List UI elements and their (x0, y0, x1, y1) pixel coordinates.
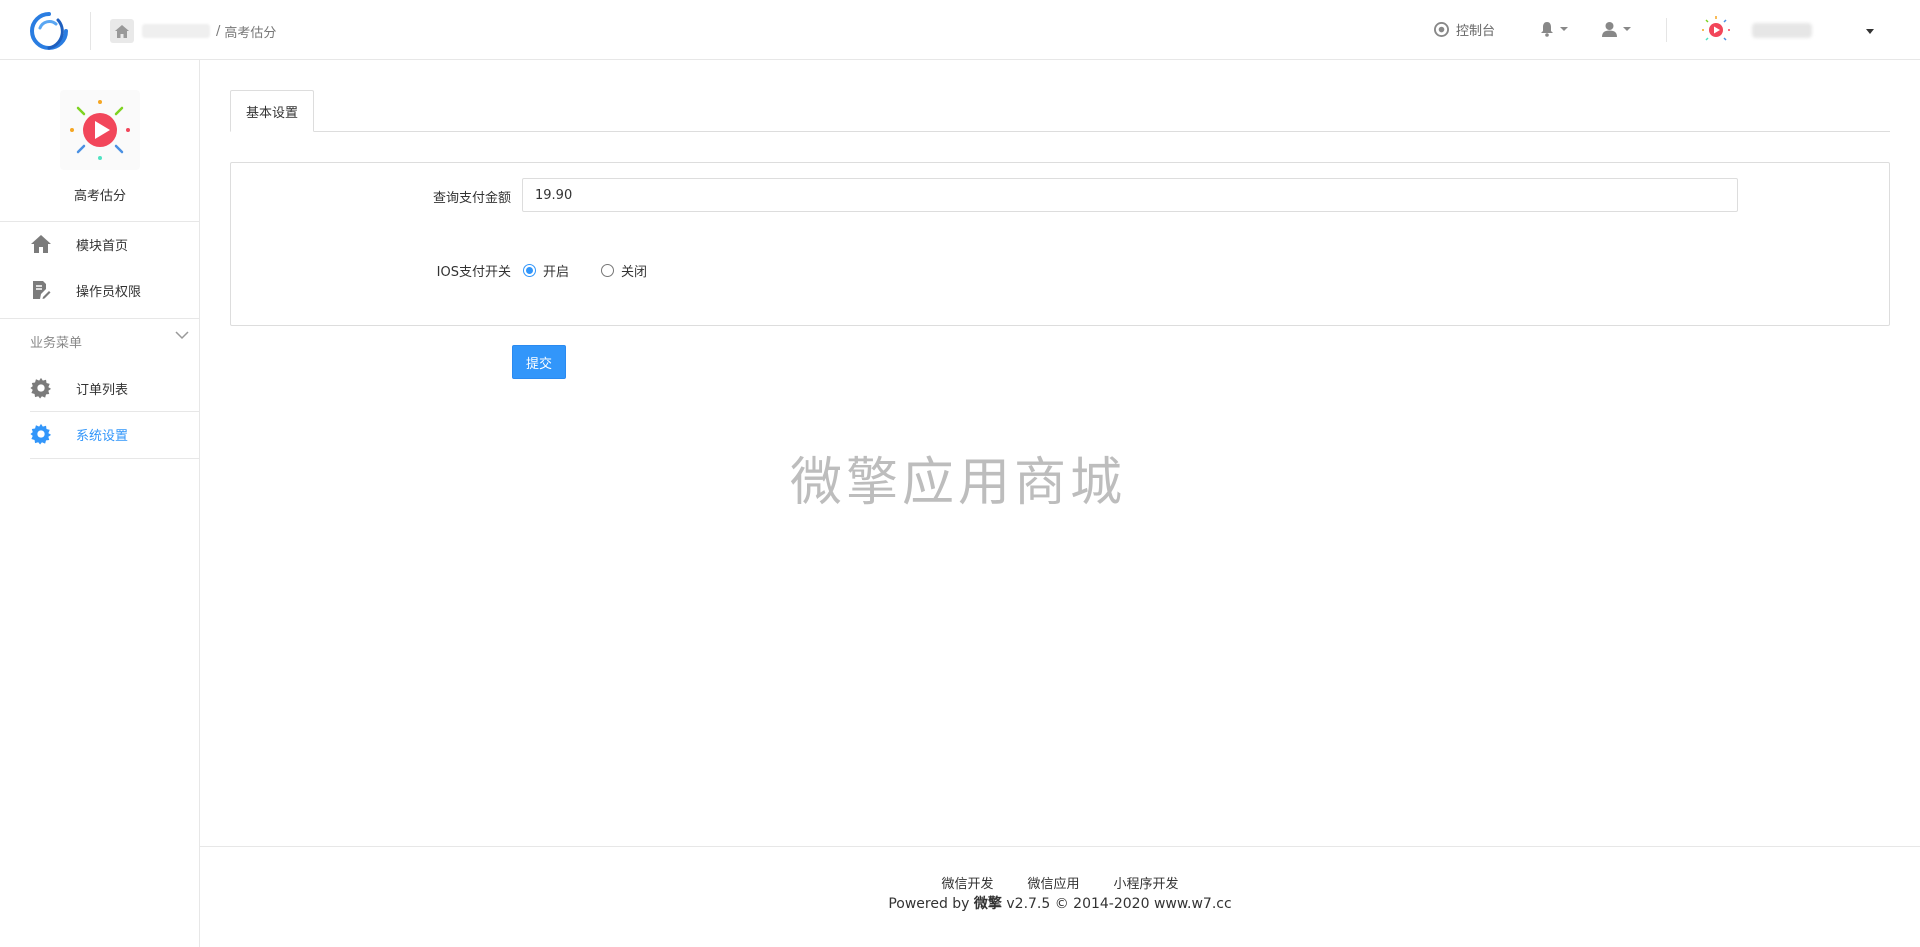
footer-copyright: Powered by 微擎 v2.7.5 © 2014-2020 www.w7.… (200, 893, 1920, 913)
breadcrumb-separator: / (216, 23, 221, 39)
chevron-down-icon[interactable] (175, 330, 189, 340)
sidebar-divider (30, 458, 200, 459)
sidebar-item-order-list[interactable]: 订单列表 (0, 366, 200, 410)
gear-icon (28, 375, 54, 401)
sidebar-item-operator-permissions[interactable]: 操作员权限 (0, 268, 200, 312)
app-avatar-icon[interactable] (1700, 14, 1732, 46)
footer-link-wechat-dev[interactable]: 微信开发 (941, 873, 993, 892)
top-header: / 高考估分 控制台 (0, 0, 1920, 60)
edit-document-icon (28, 277, 54, 303)
gear-icon (28, 421, 54, 447)
footer-link-miniprogram-dev[interactable]: 小程序开发 (1114, 873, 1179, 892)
sidebar-divider (0, 318, 200, 319)
watermark-text: 微擎应用商城 (790, 453, 1127, 513)
ios-pay-on-radio[interactable]: 开启 (523, 261, 569, 280)
radio-unselected-icon (601, 264, 614, 277)
ios-pay-off-radio[interactable]: 关闭 (601, 261, 647, 280)
console-link[interactable]: 控制台 (1434, 20, 1495, 39)
dashboard-icon (1434, 22, 1449, 37)
footer-link-wechat-apps[interactable]: 微信应用 (1027, 873, 1079, 892)
bell-icon (1541, 22, 1553, 37)
settings-panel: 查询支付金额 19.90 IOS支付开关 开启 关闭 (230, 162, 1890, 326)
tab-basic-settings[interactable]: 基本设置 (230, 90, 315, 132)
app-name: 高考估分 (73, 189, 126, 204)
sidebar-item-label: 模块首页 (76, 238, 129, 254)
tab-bar: 基本设置 (230, 90, 1890, 132)
powered-prefix: Powered by (888, 896, 974, 912)
ios-pay-off-label: 关闭 (621, 265, 648, 280)
home-icon (28, 231, 54, 257)
notifications-dropdown[interactable] (1540, 21, 1568, 37)
powered-brand[interactable]: 微擎 (974, 896, 1002, 912)
account-name[interactable] (1752, 23, 1812, 38)
account-chevron-down-icon[interactable] (1866, 29, 1874, 34)
amount-input[interactable]: 19.90 (522, 178, 1738, 212)
user-dropdown[interactable] (1602, 21, 1631, 37)
w7-logo-icon[interactable] (28, 10, 70, 52)
user-icon (1602, 22, 1617, 37)
radio-selected-icon (523, 264, 536, 277)
chevron-down-icon (1560, 27, 1568, 31)
breadcrumb-parent-link[interactable] (142, 24, 210, 38)
amount-label: 查询支付金额 (432, 191, 511, 206)
ios-pay-label: IOS支付开关 (436, 265, 511, 280)
home-icon[interactable] (110, 19, 134, 43)
powered-suffix: v2.7.5 © 2014-2020 www.w7.cc (1001, 896, 1232, 912)
ios-pay-on-label: 开启 (543, 265, 570, 280)
submit-button[interactable]: 提交 (512, 345, 566, 379)
header-divider (1666, 18, 1667, 42)
app-play-icon (70, 100, 130, 160)
sidebar-item-system-settings[interactable]: 系统设置 (0, 412, 200, 456)
breadcrumb: / 高考估分 (110, 19, 276, 43)
sidebar: 高考估分 模块首页 操作员权限 业务菜单 订单列表 系统设置 (0, 60, 200, 947)
sidebar-item-label: 订单列表 (76, 382, 129, 398)
console-label: 控制台 (1456, 24, 1496, 39)
footer-links: 微信开发 微信应用 小程序开发 (200, 873, 1920, 892)
amount-value: 19.90 (535, 187, 573, 203)
sidebar-item-label: 操作员权限 (76, 284, 142, 300)
header-divider (90, 12, 91, 50)
app-logo (60, 90, 140, 170)
sidebar-item-label: 系统设置 (76, 428, 129, 444)
chevron-down-icon (1623, 27, 1631, 31)
sidebar-item-module-home[interactable]: 模块首页 (0, 222, 200, 266)
footer-divider (200, 846, 1920, 847)
sidebar-group-business-menu[interactable]: 业务菜单 (30, 332, 82, 351)
breadcrumb-current: 高考估分 (224, 25, 277, 41)
